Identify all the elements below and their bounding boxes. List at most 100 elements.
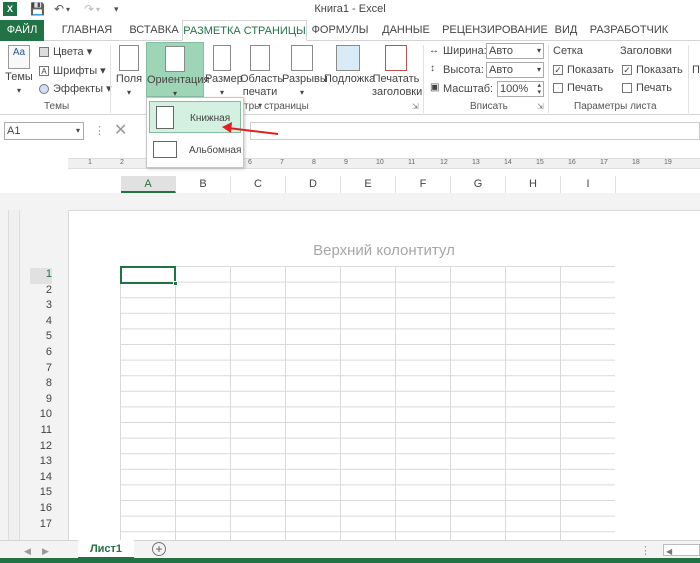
ruler-number: 6	[248, 159, 252, 166]
row-header-15[interactable]: 15	[30, 486, 52, 502]
ruler-number: 8	[312, 159, 316, 166]
fonts-button[interactable]: A Шрифты ▾	[39, 64, 106, 77]
formula-bar: A1 ▾ ⋮ ✕	[0, 118, 700, 144]
column-header-g[interactable]: G	[451, 176, 506, 193]
row-header-14[interactable]: 14	[30, 471, 52, 487]
row-header-2[interactable]: 2	[30, 284, 52, 300]
tab-review[interactable]: РЕЦЕНЗИРОВАНИЕ	[442, 20, 548, 41]
scale-launcher-icon[interactable]: ⇲	[537, 102, 544, 111]
column-header-h[interactable]: H	[506, 176, 561, 193]
width-icon: ↔	[429, 45, 439, 56]
cell-grid[interactable]	[120, 266, 615, 540]
row-header-6[interactable]: 6	[30, 346, 52, 362]
row-header-7[interactable]: 7	[30, 362, 52, 378]
column-header-e[interactable]: E	[341, 176, 396, 193]
row-header-5[interactable]: 5	[30, 330, 52, 346]
themes-dropdown-icon: ▾	[16, 86, 21, 95]
scale-input[interactable]: 100% ▴ ▾	[497, 81, 544, 97]
name-box[interactable]: A1 ▾	[4, 122, 84, 140]
column-header-a[interactable]: A	[121, 176, 176, 193]
tab-file[interactable]: ФАЙЛ	[0, 20, 44, 41]
tab-view[interactable]: ВИД	[553, 20, 579, 41]
themes-button[interactable]: Aa Темы ▾	[4, 45, 34, 97]
tab-page-layout[interactable]: РАЗМЕТКА СТРАНИЦЫ	[182, 20, 307, 41]
column-header-b[interactable]: B	[176, 176, 231, 193]
gridlines-show-checkbox[interactable]: ✓ Показать	[553, 64, 614, 76]
next-sheet-icon[interactable]: ▶	[42, 546, 49, 557]
row-header-13[interactable]: 13	[30, 455, 52, 471]
colors-button[interactable]: Цвета ▾	[39, 45, 92, 58]
row-header-16[interactable]: 16	[30, 502, 52, 518]
gridlines-print-label: Печать	[567, 82, 604, 94]
row-header-11[interactable]: 11	[30, 424, 52, 440]
headings-print-checkbox[interactable]: Печать	[622, 82, 672, 94]
width-select[interactable]: Авто ▾	[486, 43, 544, 59]
size-dropdown-icon: ▾	[219, 88, 224, 97]
size-button[interactable]: Размер ▾	[205, 45, 243, 99]
height-select[interactable]: Авто ▾	[486, 62, 544, 78]
row-header-17[interactable]: 17	[30, 518, 52, 534]
row-header-9[interactable]: 9	[30, 393, 52, 409]
orientation-icon	[165, 46, 185, 72]
tab-formulas[interactable]: ФОРМУЛЫ	[310, 20, 370, 41]
print-titles-button[interactable]: Печатать заголовки	[372, 45, 423, 99]
column-header-f[interactable]: F	[396, 176, 451, 193]
width-dropdown-icon: ▾	[536, 46, 541, 55]
header-placeholder[interactable]: Верхний колонтитул	[68, 242, 700, 259]
margins-icon	[119, 45, 139, 71]
fill-handle[interactable]	[173, 281, 178, 286]
checkbox-unchecked-icon	[553, 83, 563, 94]
scale-icon: ▣	[430, 82, 440, 93]
prev-sheet-icon[interactable]: ◀	[24, 546, 31, 557]
row-header-1[interactable]: 1	[30, 268, 52, 284]
scroll-left-icon[interactable]: ◀	[664, 547, 672, 556]
tab-data[interactable]: ДАННЫЕ	[377, 20, 435, 41]
row-header-8[interactable]: 8	[30, 377, 52, 393]
column-header-i[interactable]: I	[561, 176, 616, 193]
background-button[interactable]: Подложка	[324, 45, 375, 86]
row-header-12[interactable]: 12	[30, 440, 52, 456]
horizontal-scrollbar[interactable]: ◀	[663, 544, 700, 556]
breaks-label: Разрывы	[282, 73, 328, 85]
row-header-3[interactable]: 3	[30, 299, 52, 315]
print-titles-label: Печатать	[372, 73, 420, 85]
breaks-button[interactable]: Разрывы ▾	[282, 45, 328, 99]
page-setup-launcher-icon[interactable]: ⇲	[412, 102, 419, 111]
add-sheet-icon[interactable]: +	[152, 542, 166, 556]
themes-label: Темы	[5, 71, 33, 83]
ruler-number: 9	[344, 159, 348, 166]
ruler-number: 2	[120, 159, 124, 166]
gridlines-print-checkbox[interactable]: Печать	[553, 82, 603, 94]
tab-developer[interactable]: РАЗРАБОТЧИК	[588, 20, 670, 41]
column-header-c[interactable]: C	[231, 176, 286, 193]
ruler-number: 10	[376, 159, 384, 166]
orientation-button[interactable]: Ориентация ▾	[146, 42, 209, 98]
tab-insert[interactable]: ВСТАВКА	[126, 20, 182, 41]
scale-spinner-icon[interactable]: ▴ ▾	[537, 82, 541, 96]
headings-show-checkbox[interactable]: ✓ Показать	[622, 64, 683, 76]
tab-home[interactable]: ГЛАВНАЯ	[52, 20, 122, 41]
row-header-10[interactable]: 10	[30, 408, 52, 424]
size-icon	[213, 45, 231, 71]
ruler-number: 17	[600, 159, 608, 166]
column-header-d[interactable]: D	[286, 176, 341, 193]
size-label: Размер	[205, 73, 243, 85]
print-titles-label-2: заголовки	[372, 86, 423, 98]
effects-button[interactable]: Эффекты ▾	[39, 82, 112, 95]
headings-print-label: Печать	[636, 82, 673, 94]
scale-value: 100%	[500, 83, 529, 95]
orientation-landscape[interactable]: Альбомная	[149, 134, 241, 166]
selected-cell-a1[interactable]	[120, 266, 176, 284]
landscape-label: Альбомная	[189, 145, 242, 156]
cancel-icon[interactable]: ✕	[114, 120, 127, 140]
gridlines-title: Сетка	[553, 45, 583, 57]
sheet-tab-list1[interactable]: Лист1	[78, 540, 134, 560]
margins-button[interactable]: Поля ▾	[114, 45, 144, 99]
ruler-number: 7	[280, 159, 284, 166]
ruler-number: 12	[440, 159, 448, 166]
group-separator	[688, 45, 689, 113]
formula-input[interactable]	[250, 122, 700, 140]
print-area-icon	[250, 45, 270, 71]
row-header-4[interactable]: 4	[30, 315, 52, 331]
annotation-arrow-icon	[222, 122, 279, 135]
